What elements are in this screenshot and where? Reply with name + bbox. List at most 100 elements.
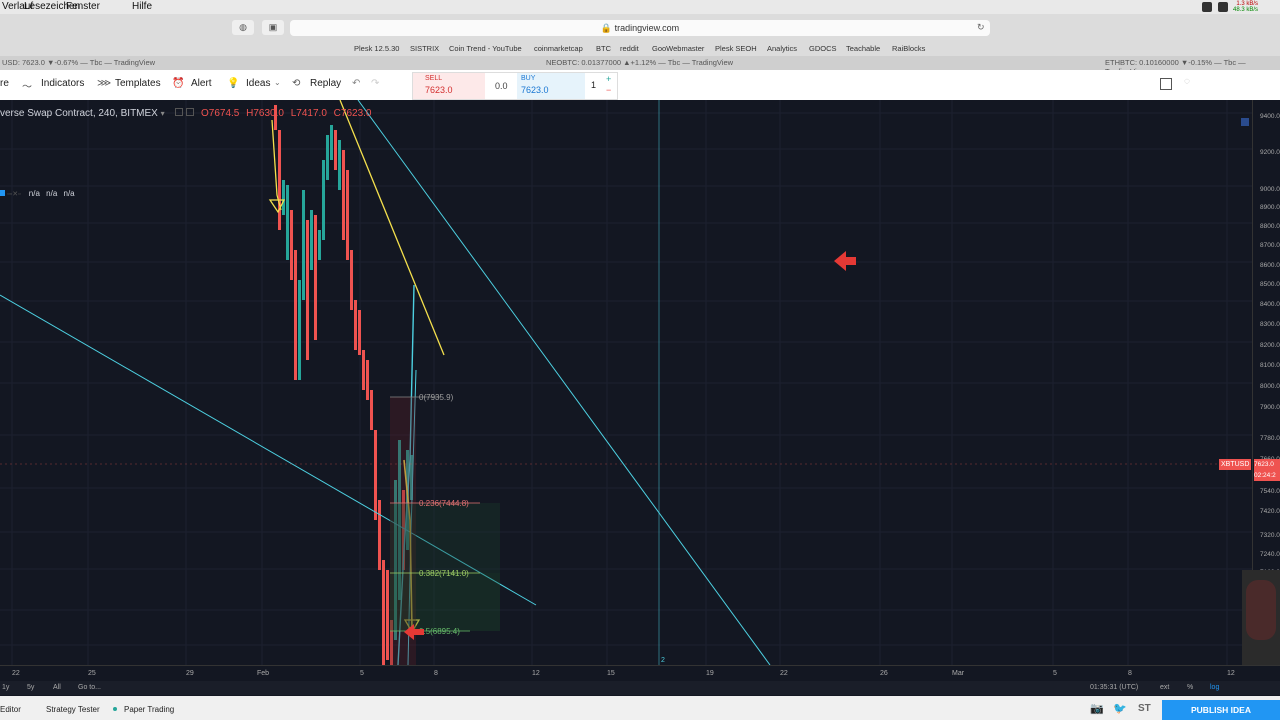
chevron-down-icon[interactable]: ⌄ bbox=[274, 78, 281, 87]
camera-icon[interactable]: 📷 bbox=[1090, 702, 1104, 715]
candle bbox=[370, 390, 373, 430]
range-all[interactable]: All bbox=[53, 684, 61, 691]
indicator-legend[interactable]: ▫▫✕▫ n/a n/a n/a bbox=[0, 189, 75, 198]
time-axis[interactable]: 22 25 29 Feb 5 8 12 15 19 22 26 Mar 5 8 12 bbox=[0, 665, 1280, 682]
menu-item-hilfe[interactable]: Hilfe bbox=[132, 1, 152, 12]
decrement-button[interactable]: − bbox=[606, 85, 611, 95]
fib-label: 0(7935.9) bbox=[419, 393, 454, 402]
candle bbox=[334, 130, 337, 170]
reload-icon[interactable]: ↻ bbox=[977, 22, 985, 33]
tab-xbtusd[interactable]: USD: 7623.0 ▼-0.67% — Tbc — TradingView bbox=[2, 58, 155, 67]
trade-panel: SELL 7623.0 0.0 BUY 7623.0 1 + − bbox=[412, 72, 618, 100]
ext-toggle[interactable]: ext bbox=[1160, 684, 1169, 691]
bookmark[interactable]: Plesk 12.5.30 bbox=[354, 44, 399, 53]
candle bbox=[294, 250, 297, 380]
candle bbox=[306, 220, 309, 360]
candle bbox=[290, 210, 293, 280]
publish-idea-button[interactable]: PUBLISH IDEA bbox=[1162, 700, 1280, 720]
bookmark[interactable]: reddit bbox=[620, 44, 639, 53]
chevron-down-icon[interactable]: ▾ bbox=[161, 109, 165, 118]
symbol-name[interactable]: verse Swap Contract, 240, BITMEX bbox=[0, 108, 158, 119]
ideas-button[interactable]: Ideas bbox=[246, 78, 270, 89]
tab-neobtc[interactable]: NEOBTC: 0.01377000 ▲+1.12% — Tbc — Tradi… bbox=[546, 58, 733, 67]
red-arrow-icon bbox=[834, 251, 856, 271]
tabs-overview-icon[interactable]: ▣ bbox=[262, 20, 284, 35]
price-tick-label: 8600.0 bbox=[1260, 262, 1280, 269]
increment-button[interactable]: + bbox=[606, 74, 611, 84]
price-tick-label: 7900.0 bbox=[1260, 404, 1280, 411]
bookmark[interactable]: Teachable bbox=[846, 44, 880, 53]
quantity-value[interactable]: 1 bbox=[591, 80, 596, 90]
bookmark[interactable]: Plesk SEOH bbox=[715, 44, 757, 53]
alert-marker-icon[interactable] bbox=[1241, 118, 1249, 126]
indicators-button[interactable]: Indicators bbox=[41, 78, 84, 89]
time-tick-label: 26 bbox=[880, 670, 888, 677]
replay-button[interactable]: Replay bbox=[310, 78, 341, 89]
utc-clock[interactable]: 01:35:31 (UTC) bbox=[1090, 684, 1138, 691]
tab-editor[interactable]: Editor bbox=[0, 705, 21, 714]
candle bbox=[330, 125, 333, 160]
log-toggle[interactable]: log bbox=[1210, 684, 1219, 691]
fib-label: 0.236(7444.8) bbox=[419, 499, 469, 508]
menu-item-fenster[interactable]: Fenster bbox=[66, 1, 100, 12]
bookmark[interactable]: BTC bbox=[596, 44, 611, 53]
tab-strategy-tester[interactable]: Strategy Tester bbox=[46, 705, 100, 714]
price-tick-label: 8400.0 bbox=[1260, 301, 1280, 308]
undo-icon[interactable]: ↶ bbox=[352, 78, 360, 89]
templates-button[interactable]: Templates bbox=[115, 78, 161, 89]
range-5y[interactable]: 5y bbox=[27, 684, 34, 691]
symbol-legend[interactable]: verse Swap Contract, 240, BITMEX ▾ O7674… bbox=[0, 108, 371, 119]
candle bbox=[342, 150, 345, 240]
range-bar: 1y 5y All Go to... 01:35:31 (UTC) ext % … bbox=[0, 681, 1280, 695]
fib-label: 0.382(7141.0) bbox=[419, 569, 469, 578]
redo-icon[interactable]: ↷ bbox=[371, 78, 379, 89]
bookmark[interactable]: SISTRIX bbox=[410, 44, 439, 53]
app-icon bbox=[1218, 2, 1228, 12]
candle bbox=[382, 560, 385, 665]
price-tick-label: 8900.0 bbox=[1260, 204, 1280, 211]
bookmark[interactable]: RaiBlocks bbox=[892, 44, 925, 53]
bookmark[interactable]: Coin Trend - YouTube bbox=[449, 44, 522, 53]
time-tick-label: 8 bbox=[1128, 670, 1132, 677]
percent-toggle[interactable]: % bbox=[1187, 684, 1193, 691]
menu-bar: Verlauf Lesezeichen Fenster Hilfe 1.3 kB… bbox=[0, 0, 1280, 14]
candle bbox=[318, 230, 321, 260]
hide-icon[interactable] bbox=[186, 108, 195, 116]
settings-icon[interactable] bbox=[175, 108, 184, 116]
fib-zone bbox=[390, 503, 500, 573]
fullscreen-icon[interactable] bbox=[1160, 78, 1172, 90]
price-tick-label: 7420.0 bbox=[1260, 508, 1280, 515]
bookmark[interactable]: GooWebmaster bbox=[652, 44, 704, 53]
price-tick-label: 8700.0 bbox=[1260, 242, 1280, 249]
bookmark[interactable]: Analytics bbox=[767, 44, 797, 53]
sell-button[interactable]: SELL 7623.0 bbox=[413, 73, 485, 99]
goto-button[interactable]: Go to... bbox=[78, 684, 101, 691]
symbol-tag: XBTUSD bbox=[1219, 459, 1252, 470]
time-tick-label: 12 bbox=[532, 670, 540, 677]
chart-style-button[interactable]: re bbox=[0, 78, 9, 89]
alert-icon: ⏰ bbox=[172, 78, 185, 89]
spread-value: 0.0 bbox=[495, 81, 508, 91]
price-chart[interactable]: 0(7935.9) 0.236(7444.8) 0.382(7141.0) 0.… bbox=[0, 100, 1280, 665]
stocktwits-icon[interactable]: ST bbox=[1138, 703, 1151, 714]
alert-button[interactable]: Alert bbox=[191, 78, 212, 89]
price-tag: 7623.0 02:24:2 bbox=[1254, 459, 1280, 481]
price-tick-label: 8200.0 bbox=[1260, 342, 1280, 349]
snapshot-icon[interactable]: ◌ bbox=[1184, 76, 1190, 87]
twitter-icon[interactable]: 🐦 bbox=[1113, 702, 1127, 715]
sell-price: 7623.0 bbox=[425, 85, 453, 95]
price-tick-label: 8500.0 bbox=[1260, 281, 1280, 288]
bookmark[interactable]: coinmarketcap bbox=[534, 44, 583, 53]
tab-paper-trading[interactable]: Paper Trading bbox=[124, 705, 174, 714]
chart-pane[interactable]: 0(7935.9) 0.236(7444.8) 0.382(7141.0) 0.… bbox=[0, 100, 1280, 665]
bottom-panel-bar: Editor Strategy Tester Paper Trading 📷 🐦… bbox=[0, 696, 1280, 720]
buy-button[interactable]: BUY 7623.0 bbox=[517, 73, 585, 99]
indicator-controls[interactable]: ▫▫✕▫ bbox=[7, 191, 20, 198]
price-tick-label: 9200.0 bbox=[1260, 149, 1280, 156]
range-1y[interactable]: 1y bbox=[2, 684, 9, 691]
candle bbox=[310, 210, 313, 270]
address-bar[interactable]: 🔒 tradingview.com bbox=[290, 20, 990, 36]
privacy-icon[interactable]: ◍ bbox=[232, 20, 254, 35]
price-tick-label: 8100.0 bbox=[1260, 362, 1280, 369]
bookmark[interactable]: GDOCS bbox=[809, 44, 837, 53]
